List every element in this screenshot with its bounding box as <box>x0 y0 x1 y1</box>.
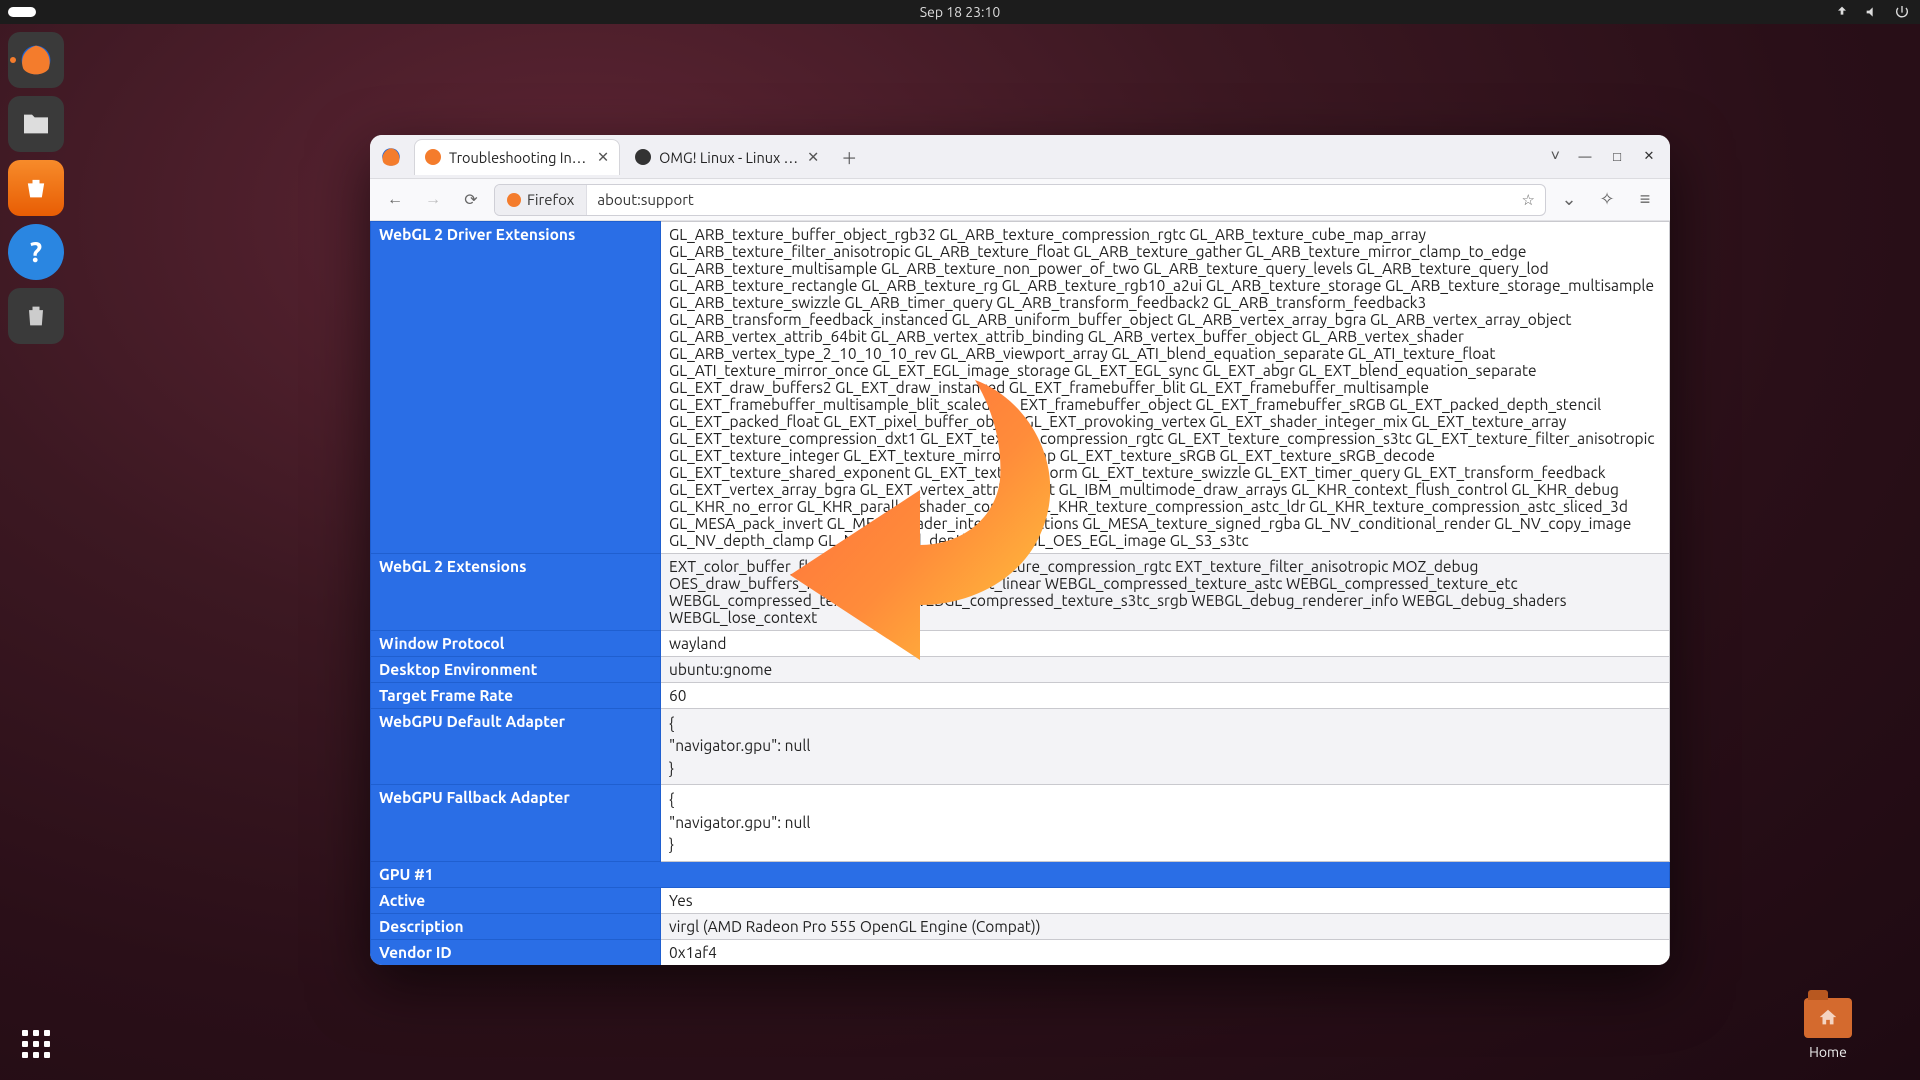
bookmark-star-icon[interactable]: ☆ <box>1512 191 1545 209</box>
row-value: ubuntu:gnome <box>661 657 1670 683</box>
pocket-icon[interactable]: ⌄ <box>1554 185 1584 215</box>
firefox-favicon-icon <box>425 149 441 165</box>
row-value: virgl (AMD Radeon Pro 555 OpenGL Engine … <box>661 913 1670 939</box>
clock[interactable]: Sep 18 23:10 <box>920 4 1001 20</box>
firefox-window: Troubleshooting Informa... ✕ OMG! Linux … <box>370 135 1670 965</box>
minimize-button[interactable]: — <box>1572 144 1598 170</box>
firefox-app-icon <box>378 144 404 170</box>
gpu-section-header: GPU #1 <box>371 861 1670 887</box>
forward-button[interactable]: → <box>418 185 448 215</box>
power-icon[interactable] <box>1894 4 1910 20</box>
close-button[interactable]: ✕ <box>1636 144 1662 170</box>
row-label: Description <box>371 913 661 939</box>
row-label: WebGL 2 Extensions <box>371 554 661 631</box>
row-label: Desktop Environment <box>371 657 661 683</box>
activities-pill[interactable] <box>8 7 36 17</box>
row-label: Active <box>371 887 661 913</box>
new-tab-button[interactable]: ＋ <box>834 142 864 172</box>
gnome-topbar: Sep 18 23:10 <box>0 0 1920 24</box>
identity-label: Firefox <box>527 191 574 208</box>
row-value: GL_ARB_texture_buffer_object_rgb32 GL_AR… <box>661 222 1670 554</box>
address-bar[interactable]: Firefox about:support ☆ <box>494 184 1546 216</box>
firefox-badge-icon <box>507 193 521 207</box>
dock: ? <box>0 24 72 1080</box>
graphics-table: WebGL 2 Driver ExtensionsGL_ARB_texture_… <box>370 221 1670 965</box>
tab-title: OMG! Linux - Linux News... <box>659 149 799 166</box>
row-value: { "navigator.gpu": null } <box>661 785 1670 861</box>
dock-help[interactable]: ? <box>8 224 64 280</box>
volume-icon[interactable] <box>1864 4 1880 20</box>
desktop-home-folder[interactable]: Home <box>1796 998 1860 1060</box>
row-label: Window Protocol <box>371 631 661 657</box>
about-support-content[interactable]: WebGL 2 Driver ExtensionsGL_ARB_texture_… <box>370 221 1670 965</box>
maximize-button[interactable]: □ <box>1604 144 1630 170</box>
desktop-home-label: Home <box>1809 1044 1847 1060</box>
back-button[interactable]: ← <box>380 185 410 215</box>
row-value: wayland <box>661 631 1670 657</box>
row-value: 0x1af4 <box>661 939 1670 965</box>
network-icon[interactable] <box>1834 4 1850 20</box>
tab-strip: Troubleshooting Informa... ✕ OMG! Linux … <box>370 135 1670 179</box>
row-value: { "navigator.gpu": null } <box>661 709 1670 785</box>
row-label: WebGL 2 Driver Extensions <box>371 222 661 554</box>
dock-software[interactable] <box>8 160 64 216</box>
url-text: about:support <box>587 191 1511 208</box>
row-value: EXT_color_buffer_float EXT_float_blend E… <box>661 554 1670 631</box>
list-tabs-button[interactable]: ˅ <box>1543 143 1568 170</box>
identity-badge[interactable]: Firefox <box>495 185 587 215</box>
reload-button[interactable]: ⟳ <box>456 185 486 215</box>
site-favicon-icon <box>635 149 651 165</box>
tab-title: Troubleshooting Informa... <box>449 149 589 166</box>
toolbar: ← → ⟳ Firefox about:support ☆ ⌄ ✧ ≡ <box>370 179 1670 221</box>
row-label: WebGPU Default Adapter <box>371 709 661 785</box>
show-apps-button[interactable] <box>18 1026 54 1062</box>
dock-firefox[interactable] <box>8 32 64 88</box>
row-value: 60 <box>661 683 1670 709</box>
row-label: Vendor ID <box>371 939 661 965</box>
tab-close-icon[interactable]: ✕ <box>597 148 609 166</box>
row-label: Target Frame Rate <box>371 683 661 709</box>
extensions-icon[interactable]: ✧ <box>1592 185 1622 215</box>
row-value: Yes <box>661 887 1670 913</box>
row-label: WebGPU Fallback Adapter <box>371 785 661 861</box>
tab-troubleshooting[interactable]: Troubleshooting Informa... ✕ <box>414 139 620 175</box>
tab-omglinux[interactable]: OMG! Linux - Linux News... ✕ <box>624 139 830 175</box>
dock-files[interactable] <box>8 96 64 152</box>
tab-close-icon[interactable]: ✕ <box>807 148 819 166</box>
menu-icon[interactable]: ≡ <box>1630 185 1660 215</box>
dock-trash[interactable] <box>8 288 64 344</box>
